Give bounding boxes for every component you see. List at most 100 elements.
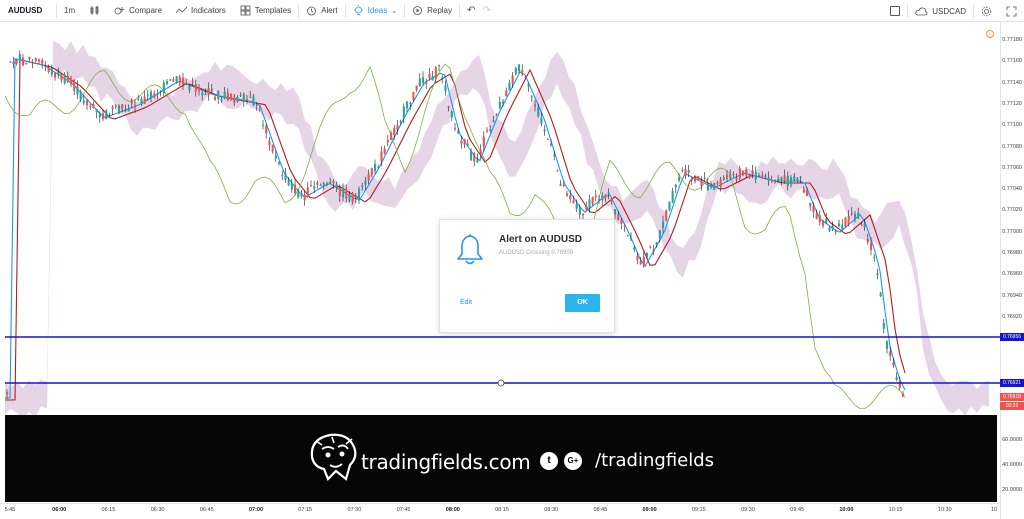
ideas-button[interactable]: Ideas ⌄: [346, 0, 404, 22]
indicators-icon: [176, 6, 188, 14]
fullscreen-toggle[interactable]: [883, 0, 907, 22]
expand-icon: [1006, 6, 1017, 16]
price-axis-label: 0.77120: [1002, 100, 1022, 107]
candlestick: [543, 125, 546, 136]
replay-button[interactable]: Replay: [405, 0, 459, 22]
time-axis-label: 08:00: [445, 507, 460, 513]
candlestick: [886, 340, 889, 354]
candlestick: [31, 58, 34, 69]
interval-button[interactable]: 1m: [57, 0, 82, 22]
candlestick: [697, 175, 700, 181]
compare-icon: [114, 7, 125, 15]
candlestick: [294, 179, 297, 196]
candlestick: [514, 66, 517, 76]
candlestick: [594, 189, 597, 202]
candlestick: [466, 139, 469, 147]
indicator-axis[interactable]: 60.0000 40.0000 20.0000: [1000, 415, 1024, 503]
lightbulb-icon: [353, 5, 363, 15]
alert-price-tag-upper: 0.76956: [1000, 333, 1024, 341]
time-axis-label: 07:45: [396, 507, 411, 513]
time-axis-label: 10: [990, 507, 998, 513]
candlestick: [9, 60, 12, 63]
candlestick: [15, 59, 18, 66]
candlestick: [674, 183, 677, 194]
square-icon: [890, 6, 901, 16]
indicator-axis-label: 20.0000: [1002, 487, 1022, 493]
price-axis-label: 0.77060: [1002, 164, 1022, 171]
expand-button[interactable]: [999, 0, 1024, 22]
candlestick: [450, 110, 453, 122]
time-axis-label: 06:00: [52, 507, 67, 513]
candlestick: [377, 164, 380, 169]
candlestick: [844, 216, 847, 228]
time-axis-label: 10:00: [839, 507, 854, 513]
candlestick: [28, 56, 31, 61]
price-axis-label: 0.77140: [1002, 79, 1022, 86]
chevron-down-icon: ⌄: [391, 7, 398, 15]
candlestick: [162, 79, 165, 96]
alert-price-tag-lower: 0.76921: [1000, 379, 1024, 387]
google-plus-icon: G+: [564, 452, 582, 470]
brand-name: tradingfields.com: [361, 450, 531, 474]
candlestick: [831, 221, 834, 231]
candlestick: [242, 92, 245, 107]
candlestick: [444, 80, 447, 96]
alert-title: Alert on AUDUSD: [499, 234, 582, 245]
candlestick: [681, 167, 684, 173]
time-axis-label: 06:30: [150, 507, 165, 513]
ok-button[interactable]: OK: [565, 294, 600, 312]
candlestick: [63, 72, 66, 85]
indicators-button[interactable]: Indicators: [169, 0, 233, 22]
time-axis[interactable]: 5:45 06:00 06:15 06:30 06:45 07:00 07:15 07:30 0…: [0, 503, 1000, 519]
indicator-axis-label: 40.0000: [1002, 462, 1022, 468]
chart-style-button[interactable]: [82, 0, 107, 22]
templates-button[interactable]: Templates: [233, 0, 298, 22]
candlestick: [626, 234, 629, 237]
redo-button[interactable]: ↷: [482, 0, 497, 22]
candlestick: [527, 82, 530, 92]
candlestick: [22, 54, 25, 67]
candlestick: [508, 79, 511, 91]
candlestick: [566, 190, 569, 197]
candlestick: [12, 56, 15, 69]
candlestick: [217, 90, 220, 104]
candlestick: [79, 89, 82, 103]
alert-label: Alert: [321, 6, 338, 15]
candlestick: [175, 75, 178, 84]
undo-button[interactable]: ↶: [460, 0, 482, 22]
price-axis-label: 0.77000: [1002, 228, 1022, 235]
save-cloud-button[interactable]: USDCAD: [908, 0, 973, 22]
candlestick: [262, 119, 265, 130]
settings-button[interactable]: [974, 0, 999, 22]
alert-line-handle[interactable]: [497, 379, 505, 387]
candlestick: [703, 172, 706, 181]
time-axis-label: 10:15: [888, 507, 903, 513]
tiger-logo-icon: [310, 433, 357, 481]
candlestick: [486, 127, 489, 133]
time-axis-label: 08:30: [544, 507, 559, 513]
current-price-tag: 0.76918: [1000, 393, 1024, 401]
compare-button[interactable]: Compare: [107, 0, 169, 22]
candlestick: [665, 209, 668, 222]
candlestick: [521, 64, 524, 77]
indicator-axis-label: 60.0000: [1002, 437, 1022, 443]
layout-name-label: USDCAD: [932, 6, 966, 16]
top-toolbar: AUDUSD 1m Compare Indicators Templates A…: [0, 0, 1024, 22]
alert-button[interactable]: Alert: [299, 0, 344, 22]
candlestick: [111, 105, 114, 115]
candlestick: [879, 291, 882, 298]
candlestick: [34, 57, 37, 62]
candlestick: [25, 62, 28, 65]
candlestick: [876, 268, 879, 280]
edit-alert-link[interactable]: Edit: [460, 299, 472, 306]
candlestick: [284, 167, 287, 183]
candlestick: [425, 78, 428, 89]
bar-countdown-tag: 00:29: [1000, 402, 1024, 410]
price-axis-label: 0.77020: [1002, 207, 1022, 214]
candlestick: [700, 176, 703, 191]
templates-label: Templates: [254, 6, 292, 15]
price-axis-label: 0.76960: [1002, 271, 1022, 278]
candlestick: [41, 58, 44, 69]
price-axis-label: 0.77080: [1002, 143, 1022, 150]
symbol-search[interactable]: AUDUSD: [0, 0, 56, 22]
